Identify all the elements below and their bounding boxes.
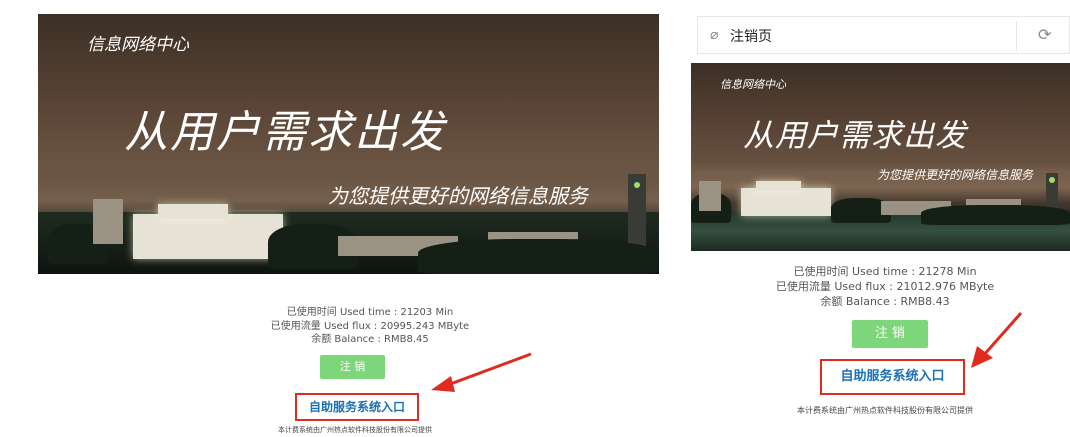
used-time: 已使用时间 Used time : 21278 Min xyxy=(793,265,977,278)
footer-text: 本计费系统由广州热点软件科技股份有限公司提供 xyxy=(278,426,432,434)
used-time: 已使用时间 Used time : 21203 Min xyxy=(286,307,454,318)
used-flux: 已使用流量 Used flux : 20995.243 MByte xyxy=(270,320,470,332)
banner-tagline: 为您提供更好的网络信息服务 xyxy=(328,184,588,208)
footer-text: 本计费系统由广州热点软件科技股份有限公司提供 xyxy=(797,406,973,415)
link-icon: ⌀ xyxy=(710,27,719,43)
self-service-link[interactable]: 自助服务系统入口 xyxy=(295,393,419,421)
logout-button[interactable]: 注 销 xyxy=(320,355,385,379)
red-arrow-icon xyxy=(971,312,1023,368)
banner-subtitle: 信息网络中心 xyxy=(720,78,786,91)
divider xyxy=(1016,21,1017,51)
left-usage-info: 已使用时间 Used time : 21203 Min 已使用流量 Used f… xyxy=(240,306,500,347)
banner-headline: 从用户需求出发 xyxy=(743,118,967,154)
reload-icon[interactable]: ⟳ xyxy=(1038,25,1051,44)
logout-button[interactable]: 注 销 xyxy=(852,320,928,348)
banner-subtitle: 信息网络中心 xyxy=(87,35,189,55)
used-flux: 已使用流量 Used flux : 21012.976 MByte xyxy=(775,279,995,293)
balance: 余额 Balance : RMB8.43 xyxy=(820,294,950,308)
balance: 余额 Balance : RMB8.45 xyxy=(311,334,429,345)
right-banner: 信息网络中心 从用户需求出发 为您提供更好的网络信息服务 xyxy=(691,63,1070,251)
right-usage-info: 已使用时间 Used time : 21278 Min 已使用流量 Used f… xyxy=(770,265,1000,310)
page-title: 注销页 xyxy=(730,29,772,45)
banner-tagline: 为您提供更好的网络信息服务 xyxy=(877,168,1034,182)
banner-headline: 从用户需求出发 xyxy=(124,107,446,158)
self-service-link[interactable]: 自助服务系统入口 xyxy=(820,359,965,395)
browser-title-bar: ⌀ 注销页 ⟳ xyxy=(697,16,1070,54)
red-arrow-icon xyxy=(431,352,532,392)
left-banner: 信息网络中心 从用户需求出发 为您提供更好的网络信息服务 xyxy=(38,14,659,274)
